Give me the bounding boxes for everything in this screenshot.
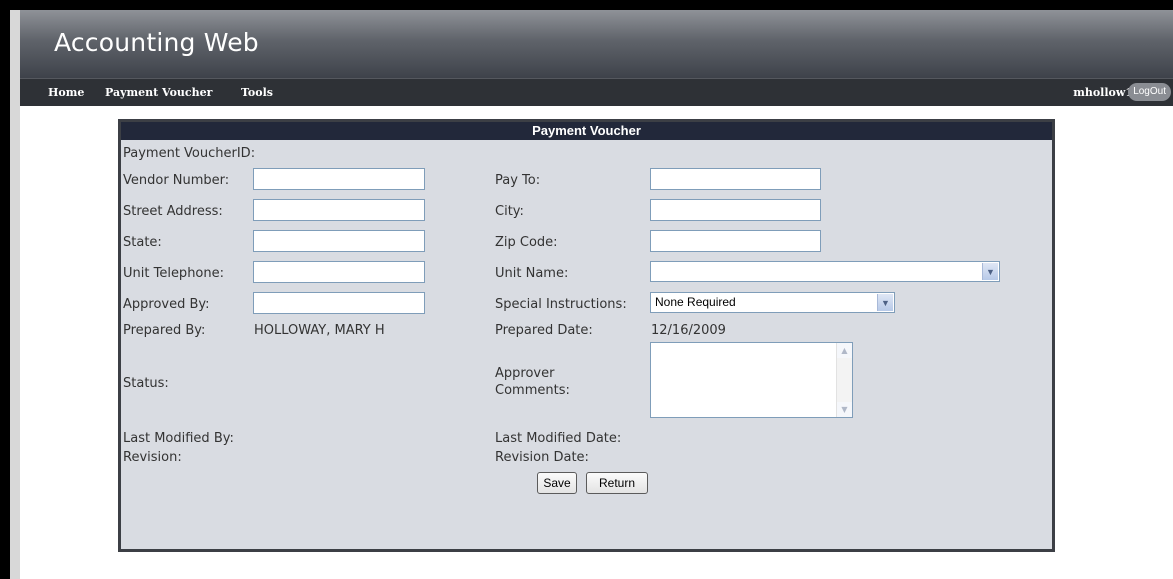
unit-telephone-input[interactable] — [253, 261, 425, 283]
return-button[interactable]: Return — [586, 472, 648, 494]
vendor-number-input[interactable] — [253, 168, 425, 190]
window-frame-top — [0, 0, 1173, 10]
window-frame-left — [0, 0, 10, 579]
voucher-id-label: Payment VoucherID: — [123, 146, 256, 161]
form-title: Payment Voucher — [121, 122, 1052, 140]
window-frame-inner — [10, 10, 20, 579]
last-modified-date-label: Last Modified Date: — [495, 431, 622, 446]
approved-by-label: Approved By: — [123, 297, 210, 312]
pay-to-input[interactable] — [650, 168, 821, 190]
header-banner: Accounting Web — [20, 10, 1173, 78]
nav-payment-voucher[interactable]: Payment Voucher — [105, 86, 212, 99]
chevron-down-icon[interactable]: ▼ — [877, 294, 893, 311]
unit-name-select[interactable]: ▼ — [650, 261, 1000, 282]
scroll-down-icon[interactable]: ▼ — [837, 402, 852, 417]
special-instructions-label: Special Instructions: — [495, 297, 627, 312]
textarea-scrollbar[interactable]: ▲ ▼ — [836, 343, 852, 417]
revision-date-label: Revision Date: — [495, 450, 589, 465]
app-window: Accounting Web Home Payment Voucher Tool… — [20, 10, 1173, 579]
nav-home[interactable]: Home — [48, 86, 84, 99]
state-input[interactable] — [253, 230, 425, 252]
nav-tools[interactable]: Tools — [241, 86, 273, 99]
chevron-down-icon[interactable]: ▼ — [982, 263, 998, 280]
special-instructions-selected: None Required — [655, 295, 736, 309]
scroll-up-icon[interactable]: ▲ — [837, 343, 852, 358]
prepared-by-value: HOLLOWAY, MARY H — [254, 323, 385, 338]
status-label: Status: — [123, 376, 169, 391]
unit-name-label: Unit Name: — [495, 266, 569, 281]
zip-code-label: Zip Code: — [495, 235, 558, 250]
pay-to-label: Pay To: — [495, 173, 541, 188]
prepared-date-label: Prepared Date: — [495, 323, 593, 338]
prepared-date-value: 12/16/2009 — [651, 323, 726, 338]
prepared-by-label: Prepared By: — [123, 323, 206, 338]
username-label: mhollow1 — [1073, 86, 1133, 99]
main-nav: Home Payment Voucher Tools mhollow1 LogO… — [20, 78, 1173, 106]
app-logo: Accounting Web — [54, 28, 259, 57]
approver-comments-textarea[interactable]: ▲ ▼ — [650, 342, 853, 418]
approved-by-input[interactable] — [253, 292, 425, 314]
vendor-number-label: Vendor Number: — [123, 173, 230, 188]
zip-code-input[interactable] — [650, 230, 821, 252]
save-button[interactable]: Save — [537, 472, 577, 494]
logout-button[interactable]: LogOut — [1128, 83, 1171, 101]
special-instructions-select[interactable]: None Required ▼ — [650, 292, 895, 313]
unit-telephone-label: Unit Telephone: — [123, 266, 224, 281]
state-label: State: — [123, 235, 162, 250]
street-address-label: Street Address: — [123, 204, 223, 219]
payment-voucher-form: Payment Voucher Payment VoucherID: Vendo… — [118, 119, 1055, 552]
last-modified-by-label: Last Modified By: — [123, 431, 234, 446]
approver-comments-label-line2: Comments: — [495, 383, 570, 398]
street-address-input[interactable] — [253, 199, 425, 221]
city-input[interactable] — [650, 199, 821, 221]
approver-comments-label-line1: Approver — [495, 366, 555, 381]
revision-label: Revision: — [123, 450, 182, 465]
city-label: City: — [495, 204, 524, 219]
